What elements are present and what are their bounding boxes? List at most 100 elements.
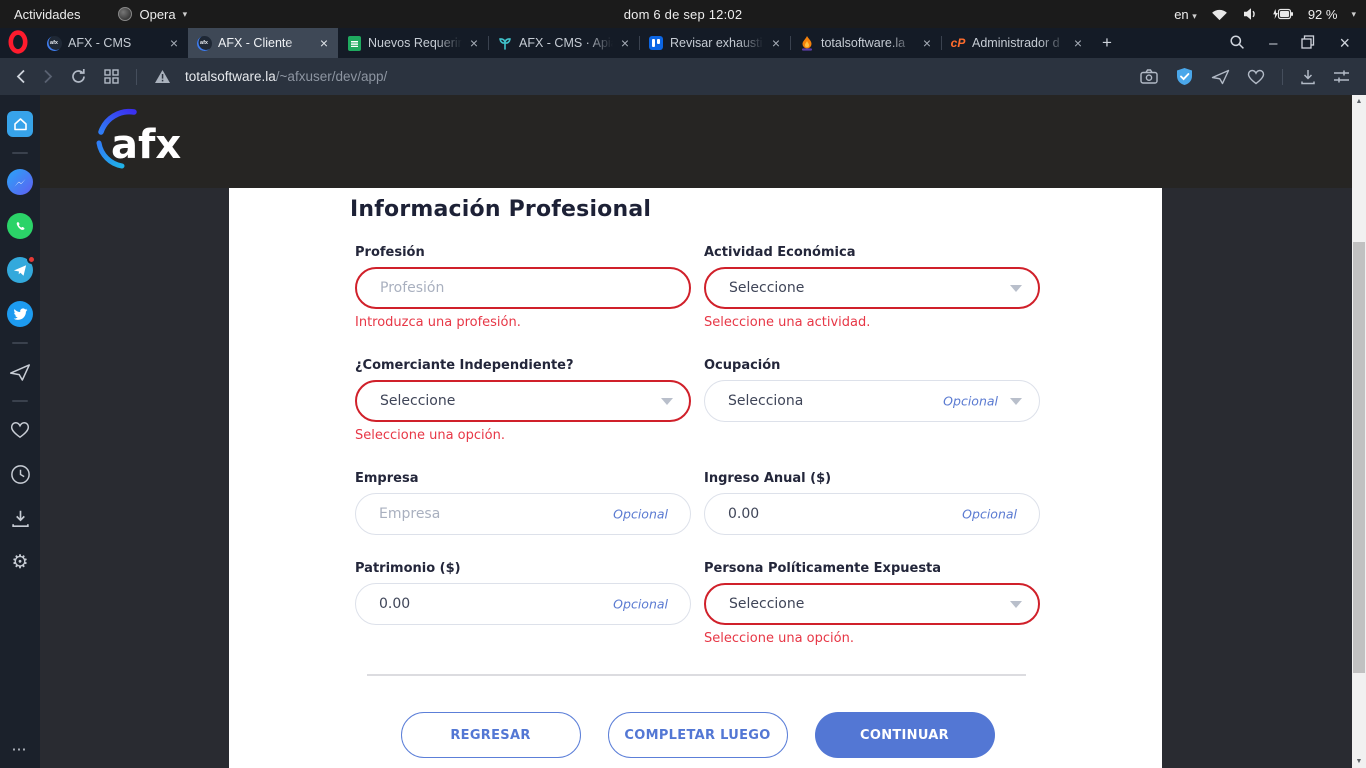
whatsapp-icon <box>7 213 33 239</box>
divider <box>12 152 28 154</box>
close-window-button[interactable]: × <box>1339 33 1350 54</box>
field-label: Patrimonio ($) <box>355 561 691 576</box>
chevron-down-icon <box>1010 398 1022 405</box>
actividad-economica-select[interactable]: Seleccione <box>704 267 1040 309</box>
tab-afx-cms-apia[interactable]: AFX - CMS · Apia × <box>489 28 639 58</box>
flame-favicon <box>799 35 815 51</box>
ingreso-anual-input[interactable] <box>704 493 1040 535</box>
maximize-window-button[interactable] <box>1301 35 1315 52</box>
volume-icon[interactable] <box>1242 7 1258 21</box>
field-actividad-economica: Actividad Económica Seleccione Seleccion… <box>704 245 1040 332</box>
field-error: Seleccione una actividad. <box>704 315 1040 332</box>
browser-tab-bar: afx AFX - CMS × afx AFX - Cliente × Nuev… <box>0 28 1366 58</box>
site-warning-icon[interactable] <box>154 69 171 84</box>
snapshot-camera-icon[interactable] <box>1140 69 1158 84</box>
app-menu[interactable]: Opera ▾ <box>118 7 187 22</box>
patrimonio-input[interactable] <box>355 583 691 625</box>
field-message <box>704 428 1040 445</box>
optional-tag: Opcional <box>943 394 998 409</box>
afx-logo[interactable]: afx <box>78 106 198 177</box>
search-icon[interactable] <box>1229 34 1245 53</box>
tab-close-icon[interactable]: × <box>468 36 480 50</box>
tab-revisar-exhaustivamente[interactable]: Revisar exhausti × <box>640 28 790 58</box>
continuar-button[interactable]: CONTINUAR <box>815 712 995 758</box>
field-error: Introduzca una profesión. <box>355 315 691 332</box>
completar-luego-button[interactable]: COMPLETAR LUEGO <box>608 712 788 758</box>
my-flow-icon[interactable] <box>1211 69 1230 85</box>
system-menu-caret-icon[interactable]: ▾ <box>1351 9 1356 20</box>
input-language-menu[interactable]: en ▾ <box>1174 7 1197 22</box>
tab-close-icon[interactable]: × <box>770 36 782 50</box>
battery-icon[interactable] <box>1272 8 1294 20</box>
history-clock-button[interactable] <box>7 461 33 487</box>
ocupacion-select[interactable]: Selecciona Opcional <box>704 380 1040 422</box>
downloads-sidebar-button[interactable] <box>7 505 33 531</box>
scroll-up-arrow[interactable]: ▲ <box>1352 98 1366 105</box>
caret-down-icon: ▾ <box>1192 11 1197 21</box>
tab-afx-cliente-active[interactable]: afx AFX - Cliente × <box>188 28 338 58</box>
reload-button[interactable] <box>70 68 87 85</box>
field-label: Actividad Económica <box>704 245 1040 260</box>
tab-close-icon[interactable]: × <box>1072 36 1084 50</box>
back-button[interactable] <box>16 69 26 84</box>
messenger-button[interactable] <box>7 169 33 195</box>
divider <box>1282 69 1283 85</box>
regresar-button[interactable]: REGRESAR <box>401 712 581 758</box>
home-icon <box>7 111 33 137</box>
bookmarks-heart-button[interactable] <box>7 417 33 443</box>
field-label: Ingreso Anual ($) <box>704 471 1040 486</box>
browser-viewport: ⚙ ⋯ <box>0 95 1366 768</box>
tab-close-icon[interactable]: × <box>168 36 180 50</box>
downloads-icon[interactable] <box>1300 69 1316 85</box>
opera-sidebar: ⚙ ⋯ <box>0 95 40 768</box>
forward-button[interactable] <box>43 69 53 84</box>
settings-gear-button[interactable]: ⚙ <box>7 549 33 575</box>
divider <box>12 342 28 344</box>
persona-politicamente-expuesta-select[interactable]: Seleccione <box>704 583 1040 625</box>
empresa-input[interactable] <box>355 493 691 535</box>
field-label: Empresa <box>355 471 691 486</box>
clock[interactable]: dom 6 de sep 12:02 <box>624 7 743 22</box>
app-body: Información Profesional Profesión Introd… <box>40 188 1352 768</box>
twitter-button[interactable] <box>7 301 33 327</box>
field-comerciante-independiente: ¿Comerciante Independiente? Seleccione S… <box>355 358 691 445</box>
gear-icon: ⚙ <box>11 553 28 572</box>
tab-close-icon[interactable]: × <box>619 36 631 50</box>
form-card: Información Profesional Profesión Introd… <box>229 188 1162 768</box>
field-ocupacion: Ocupación Selecciona Opcional <box>704 358 1040 445</box>
field-empresa: Empresa Opcional <box>355 471 691 535</box>
my-flow-sidebar-button[interactable] <box>7 359 33 385</box>
tiles-icon[interactable] <box>104 69 119 84</box>
new-tab-button[interactable]: + <box>1102 33 1112 53</box>
tab-totalsoftware[interactable]: totalsoftware.la × <box>791 28 941 58</box>
url-field[interactable]: totalsoftware.la/~afxuser/dev/app/ <box>185 69 387 84</box>
chevron-down-icon <box>661 398 673 405</box>
page-scrollbar[interactable]: ▲ ▼ <box>1352 95 1366 768</box>
field-label: Ocupación <box>704 358 1040 373</box>
tab-close-icon[interactable]: × <box>921 36 933 50</box>
chevron-down-icon <box>1010 285 1022 292</box>
activities-button[interactable]: Actividades <box>14 7 80 22</box>
vpn-shield-badge-icon[interactable] <box>1175 67 1194 86</box>
tab-nuevos-requerimientos[interactable]: Nuevos Requerim × <box>338 28 488 58</box>
opera-logo-icon[interactable] <box>7 30 29 57</box>
whatsapp-button[interactable] <box>7 213 33 239</box>
scroll-down-arrow[interactable]: ▼ <box>1352 758 1366 765</box>
minimize-window-button[interactable]: – <box>1269 35 1277 52</box>
telegram-button[interactable] <box>7 257 33 283</box>
sheets-favicon <box>346 35 362 51</box>
web-page: afx Información Profesional Profesión <box>40 95 1352 768</box>
wifi-icon[interactable] <box>1211 8 1228 21</box>
field-patrimonio: Patrimonio ($) Opcional <box>355 561 691 648</box>
bookmark-heart-icon[interactable] <box>1247 69 1265 85</box>
easy-setup-sliders-icon[interactable] <box>1333 69 1350 84</box>
speed-dial-button[interactable] <box>7 111 33 137</box>
comerciante-independiente-select[interactable]: Seleccione <box>355 380 691 422</box>
sidebar-more-button[interactable]: ⋯ <box>12 740 29 758</box>
tab-afx-cms[interactable]: afx AFX - CMS × <box>38 28 188 58</box>
tab-administrador[interactable]: cP Administrador d × <box>942 28 1092 58</box>
profesion-input[interactable] <box>355 267 691 309</box>
scrollbar-thumb[interactable] <box>1353 242 1365 673</box>
tab-close-icon[interactable]: × <box>318 36 330 50</box>
chevron-down-icon <box>1010 601 1022 608</box>
